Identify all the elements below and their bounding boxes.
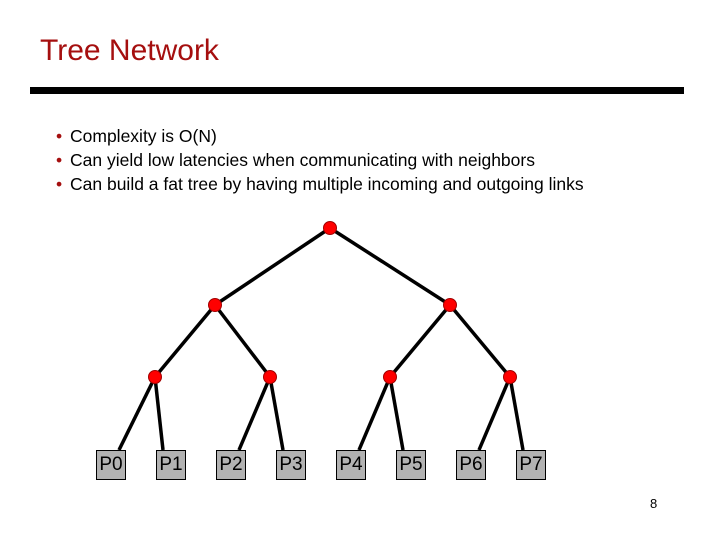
tree-edge [388,303,452,379]
processor-node-p7: P7 [516,450,546,480]
processor-node-p4: P4 [336,450,366,480]
processor-node-p3: P3 [276,450,306,480]
tree-edge [448,303,512,379]
tree-edge [329,226,451,307]
processor-node-p6: P6 [456,450,486,480]
tree-edge [153,376,165,451]
switch-node [383,370,397,384]
switch-node [263,370,277,384]
processor-node-p2: P2 [216,450,246,480]
tree-edge [508,376,525,451]
tree-edge [214,226,331,307]
tree-edge [388,376,405,451]
switch-node [443,298,457,312]
tree-edge [153,303,217,379]
tree-edge [237,376,272,451]
switch-node [208,298,222,312]
switch-node [323,221,337,235]
switch-node [148,370,162,384]
tree-edge [213,303,272,379]
processor-node-p1: P1 [156,450,186,480]
tree-edge [268,376,285,451]
page-number: 8 [650,496,658,511]
tree-edge [477,376,512,451]
processor-node-p5: P5 [396,450,426,480]
switch-node [503,370,517,384]
processor-node-p0: P0 [96,450,126,480]
tree-edge [117,376,157,451]
tree-edge [357,376,392,451]
